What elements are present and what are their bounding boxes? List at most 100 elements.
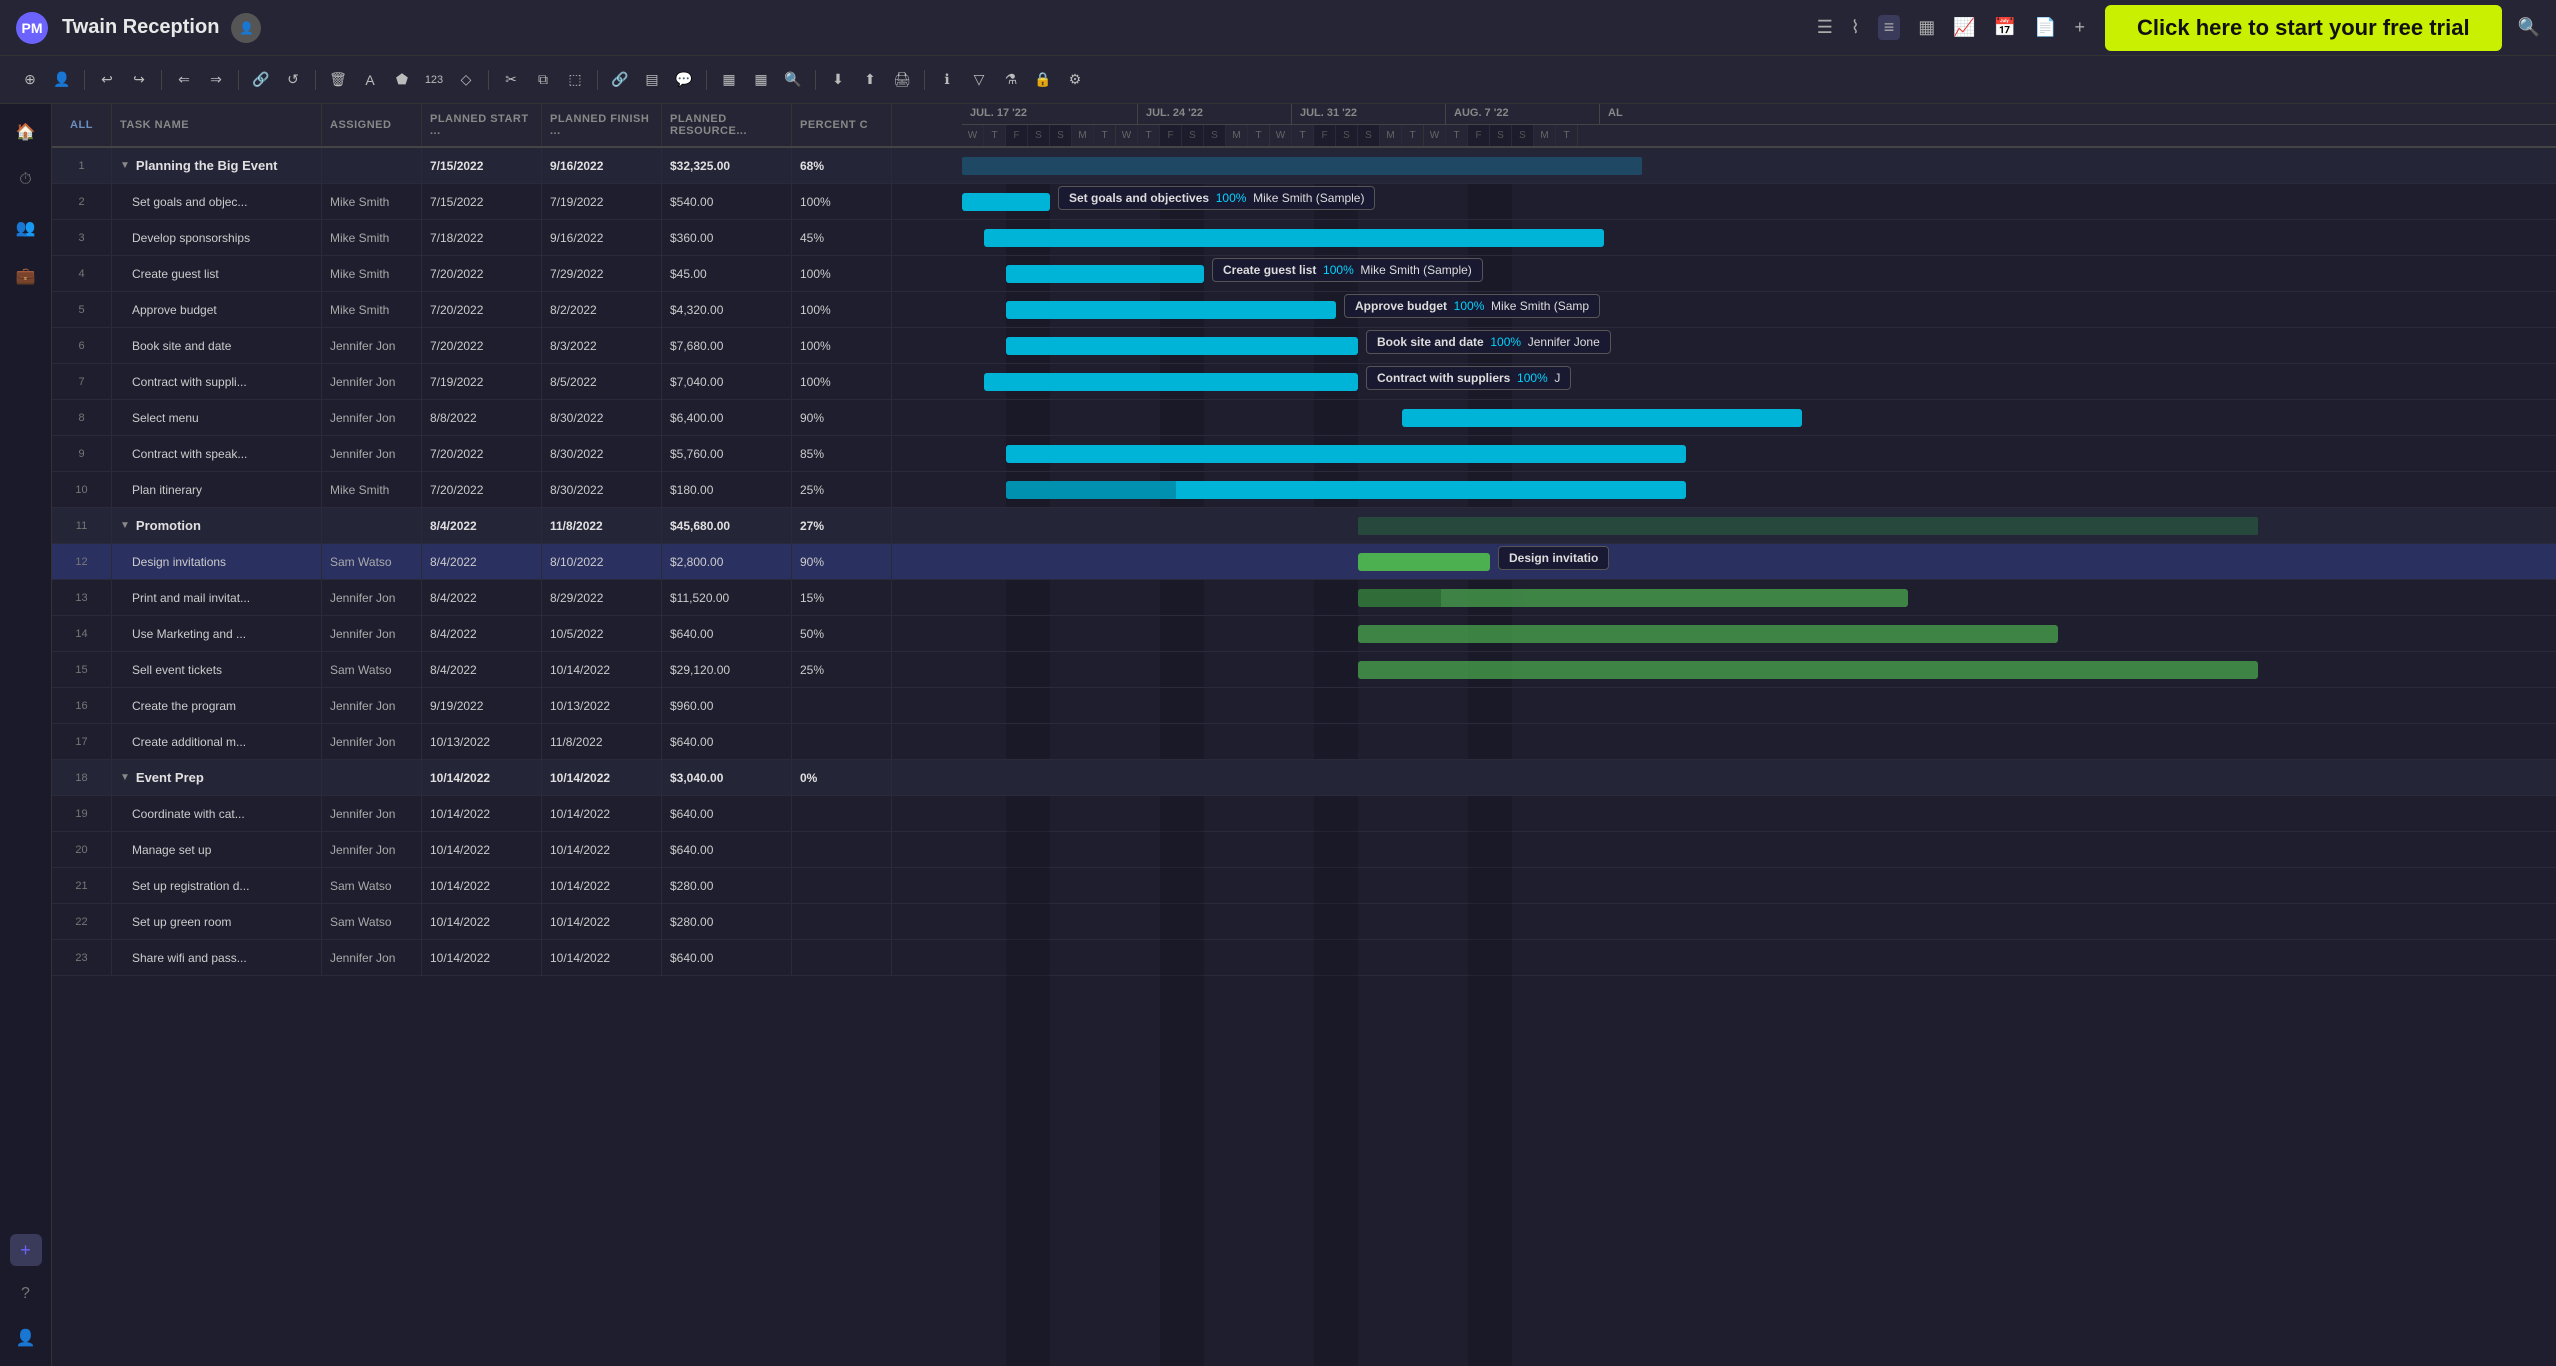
zoom-button[interactable]: 🔍 xyxy=(779,66,807,94)
col-header-start[interactable]: PLANNED START ... xyxy=(422,104,542,146)
table-row[interactable]: 9 Contract with speak... Jennifer Jon 7/… xyxy=(52,436,962,472)
grid-button[interactable]: ▦ xyxy=(715,66,743,94)
table-row[interactable]: 20 Manage set up Jennifer Jon 10/14/2022… xyxy=(52,832,962,868)
trial-banner[interactable]: Click here to start your free trial xyxy=(2105,5,2502,51)
note-button[interactable]: ▤ xyxy=(638,66,666,94)
task-name[interactable]: Contract with suppli... xyxy=(112,364,322,399)
table-body[interactable]: 1 ▼ Planning the Big Event 7/15/2022 9/1… xyxy=(52,148,962,1366)
task-name[interactable]: Create guest list xyxy=(112,256,322,291)
gantt-bar-task[interactable] xyxy=(1006,337,1358,355)
table-row[interactable]: 10 Plan itinerary Mike Smith 7/20/2022 8… xyxy=(52,472,962,508)
sidebar-user-avatar[interactable]: 👤 xyxy=(10,1322,42,1354)
add-view-icon[interactable]: + xyxy=(2075,17,2086,38)
task-name[interactable]: Develop sponsorships xyxy=(112,220,322,255)
app-logo[interactable]: PM xyxy=(16,12,48,44)
task-name[interactable]: ▼ Promotion xyxy=(112,508,322,543)
copy-button[interactable]: ⧉ xyxy=(529,66,557,94)
table-row[interactable]: 21 Set up registration d... Sam Watso 10… xyxy=(52,868,962,904)
gantt-bar-task[interactable] xyxy=(1402,409,1802,427)
outdent-button[interactable]: ⇐ xyxy=(170,66,198,94)
gantt-bar-task[interactable] xyxy=(1358,589,1908,607)
task-name[interactable]: Create additional m... xyxy=(112,724,322,759)
table-row[interactable]: 22 Set up green room Sam Watso 10/14/202… xyxy=(52,904,962,940)
attach-button[interactable]: 🔗 xyxy=(606,66,634,94)
print-button[interactable]: 🖨 xyxy=(888,66,916,94)
add-user-button[interactable]: 👤 xyxy=(48,66,76,94)
task-name[interactable]: Coordinate with cat... xyxy=(112,796,322,831)
info-button[interactable]: ℹ xyxy=(933,66,961,94)
col-header-resource[interactable]: PLANNED RESOURCE... xyxy=(662,104,792,146)
cut-button[interactable]: ✂ xyxy=(497,66,525,94)
task-name[interactable]: Use Marketing and ... xyxy=(112,616,322,651)
task-name[interactable]: Create the program xyxy=(112,688,322,723)
gantt-bar-task[interactable] xyxy=(1006,301,1336,319)
table-row[interactable]: 8 Select menu Jennifer Jon 8/8/2022 8/30… xyxy=(52,400,962,436)
link-button[interactable]: 🔗 xyxy=(247,66,275,94)
share-button[interactable]: ⬆ xyxy=(856,66,884,94)
sidebar-item-help[interactable]: ? xyxy=(10,1278,42,1310)
list-view-icon[interactable]: ☰ xyxy=(1817,17,1833,38)
shape-button[interactable]: ⬟ xyxy=(388,66,416,94)
col-header-percent[interactable]: PERCENT C xyxy=(792,104,892,146)
table-row[interactable]: 12 Design invitations Sam Watso 8/4/2022… xyxy=(52,544,962,580)
table-row[interactable]: 1 ▼ Planning the Big Event 7/15/2022 9/1… xyxy=(52,148,962,184)
number-button[interactable]: 123 xyxy=(420,66,448,94)
table-row[interactable]: 5 Approve budget Mike Smith 7/20/2022 8/… xyxy=(52,292,962,328)
table-row[interactable]: 13 Print and mail invitat... Jennifer Jo… xyxy=(52,580,962,616)
gantt-bar-task[interactable] xyxy=(1006,445,1686,463)
paste-button[interactable]: ⬚ xyxy=(561,66,589,94)
table-view-icon[interactable]: ▦ xyxy=(1918,17,1935,38)
redo-button[interactable]: ↪ xyxy=(125,66,153,94)
task-name[interactable]: ▼ Event Prep xyxy=(112,760,322,795)
col-header-assigned[interactable]: ASSIGNED xyxy=(322,104,422,146)
lock-button[interactable]: 🔒 xyxy=(1029,66,1057,94)
gantt-bar-task[interactable] xyxy=(962,193,1050,211)
collapse-icon[interactable]: ▼ xyxy=(120,160,130,171)
undo-button[interactable]: ↩ xyxy=(93,66,121,94)
gantt-bar-task[interactable] xyxy=(1006,265,1204,283)
task-name[interactable]: Set goals and objec... xyxy=(112,184,322,219)
gantt-bar-task-selected[interactable] xyxy=(1358,553,1490,571)
table-row[interactable]: 23 Share wifi and pass... Jennifer Jon 1… xyxy=(52,940,962,976)
export-button[interactable]: ⬇ xyxy=(824,66,852,94)
task-name[interactable]: Approve budget xyxy=(112,292,322,327)
task-name[interactable]: Set up registration d... xyxy=(112,868,322,903)
table-row[interactable]: 19 Coordinate with cat... Jennifer Jon 1… xyxy=(52,796,962,832)
split-view-icon[interactable]: ≡ xyxy=(1878,15,1901,40)
sidebar-item-portfolio[interactable]: 💼 xyxy=(10,260,42,292)
table-row[interactable]: 11 ▼ Promotion 8/4/2022 11/8/2022 $45,68… xyxy=(52,508,962,544)
settings-button[interactable]: ⚙ xyxy=(1061,66,1089,94)
task-name[interactable]: Select menu xyxy=(112,400,322,435)
table-row[interactable]: 7 Contract with suppli... Jennifer Jon 7… xyxy=(52,364,962,400)
task-name[interactable]: Book site and date xyxy=(112,328,322,363)
search-icon[interactable]: 🔍 xyxy=(2518,17,2540,38)
font-button[interactable]: A xyxy=(356,66,384,94)
task-name[interactable]: Manage set up xyxy=(112,832,322,867)
gantt-bar-task[interactable] xyxy=(1358,625,2058,643)
sidebar-item-people[interactable]: 👥 xyxy=(10,212,42,244)
delete-button[interactable]: 🗑 xyxy=(324,66,352,94)
sidebar-item-add[interactable]: + xyxy=(10,1234,42,1266)
gantt-bar-task[interactable] xyxy=(1358,661,2258,679)
collapse-icon[interactable]: ▼ xyxy=(120,772,130,783)
task-name[interactable]: Share wifi and pass... xyxy=(112,940,322,975)
gantt-bar-task[interactable] xyxy=(984,229,1604,247)
task-name[interactable]: Print and mail invitat... xyxy=(112,580,322,615)
table-row[interactable]: 17 Create additional m... Jennifer Jon 1… xyxy=(52,724,962,760)
gantt-bar-task[interactable] xyxy=(984,373,1358,391)
doc-view-icon[interactable]: 📄 xyxy=(2034,17,2056,38)
sidebar-item-home[interactable]: 🏠 xyxy=(10,116,42,148)
add-task-button[interactable]: ⊕ xyxy=(16,66,44,94)
task-name[interactable]: ▼ Planning the Big Event xyxy=(112,148,322,183)
task-name[interactable]: Set up green room xyxy=(112,904,322,939)
col-header-finish[interactable]: PLANNED FINISH ... xyxy=(542,104,662,146)
unlink-button[interactable]: ↺ xyxy=(279,66,307,94)
table-row[interactable]: 2 Set goals and objec... Mike Smith 7/15… xyxy=(52,184,962,220)
task-name[interactable]: Contract with speak... xyxy=(112,436,322,471)
sidebar-item-recent[interactable]: ⏱ xyxy=(10,164,42,196)
diamond-button[interactable]: ◇ xyxy=(452,66,480,94)
collapse-icon[interactable]: ▼ xyxy=(120,520,130,531)
table-row[interactable]: 6 Book site and date Jennifer Jon 7/20/2… xyxy=(52,328,962,364)
table-row[interactable]: 14 Use Marketing and ... Jennifer Jon 8/… xyxy=(52,616,962,652)
task-name[interactable]: Design invitations xyxy=(112,544,322,579)
